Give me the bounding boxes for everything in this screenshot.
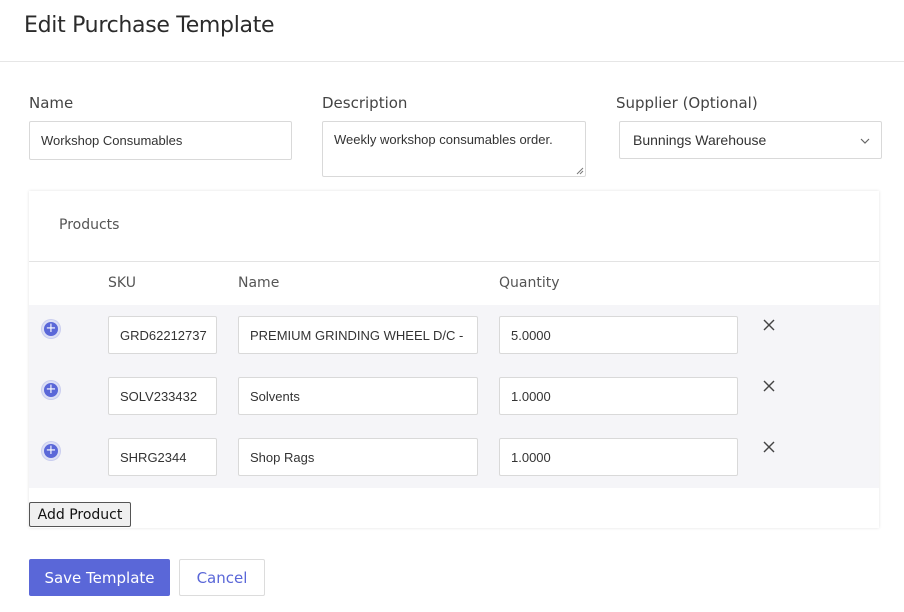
product-name-value: PREMIUM GRINDING WHEEL D/C -: [250, 327, 464, 343]
plus-circle-icon[interactable]: +: [42, 442, 60, 460]
sku-value: GRD62212737: [120, 327, 207, 343]
cancel-button[interactable]: Cancel: [179, 559, 265, 596]
quantity-value: 1.0000: [511, 449, 551, 465]
supplier-label: Supplier (Optional): [616, 94, 758, 112]
product-name-value: Shop Rags: [250, 449, 315, 465]
column-header-sku: SKU: [108, 275, 136, 291]
quantity-value: 1.0000: [511, 388, 551, 404]
product-row: + SHRG2344 Shop Rags 1.0000: [29, 427, 879, 488]
close-icon[interactable]: [762, 318, 776, 332]
column-header-name: Name: [238, 275, 280, 291]
page-header: Edit Purchase Template: [0, 0, 904, 62]
save-template-button[interactable]: Save Template: [29, 559, 170, 596]
add-product-button[interactable]: Add Product: [29, 502, 131, 527]
sku-input[interactable]: GRD62212737: [108, 316, 217, 354]
supplier-select-value: Bunnings Warehouse: [633, 132, 767, 148]
sku-value: SOLV233432: [120, 388, 198, 404]
close-icon[interactable]: [762, 440, 776, 454]
quantity-input[interactable]: 1.0000: [499, 438, 738, 476]
page-title: Edit Purchase Template: [24, 13, 275, 38]
chevron-down-icon: [860, 138, 870, 144]
description-textarea[interactable]: Weekly workshop consumables order.: [322, 121, 586, 177]
product-name-input[interactable]: Solvents: [238, 377, 478, 415]
name-input[interactable]: Workshop Consumables: [29, 121, 292, 160]
supplier-select[interactable]: Bunnings Warehouse: [619, 121, 882, 159]
description-value: Weekly workshop consumables order.: [334, 132, 553, 147]
product-name-input[interactable]: Shop Rags: [238, 438, 478, 476]
quantity-input[interactable]: 5.0000: [499, 316, 738, 354]
quantity-value: 5.0000: [511, 327, 551, 343]
column-header-quantity: Quantity: [499, 275, 560, 291]
product-row: + SOLV233432 Solvents 1.0000: [29, 366, 879, 427]
sku-input[interactable]: SHRG2344: [108, 438, 217, 476]
sku-value: SHRG2344: [120, 449, 187, 465]
sku-input[interactable]: SOLV233432: [108, 377, 217, 415]
close-icon[interactable]: [762, 379, 776, 393]
description-label: Description: [322, 94, 408, 112]
product-name-input[interactable]: PREMIUM GRINDING WHEEL D/C -: [238, 316, 478, 354]
products-panel-header: Products: [29, 191, 879, 262]
product-row: + GRD62212737 PREMIUM GRINDING WHEEL D/C…: [29, 305, 879, 366]
products-panel: Products SKU Name Quantity + GRD62212737…: [29, 191, 879, 528]
plus-circle-icon[interactable]: +: [42, 320, 60, 338]
products-title: Products: [59, 217, 120, 233]
quantity-input[interactable]: 1.0000: [499, 377, 738, 415]
resize-handle-icon[interactable]: [576, 167, 584, 175]
name-input-value: Workshop Consumables: [41, 133, 183, 148]
plus-circle-icon[interactable]: +: [42, 381, 60, 399]
product-name-value: Solvents: [250, 388, 300, 404]
name-label: Name: [29, 94, 74, 112]
